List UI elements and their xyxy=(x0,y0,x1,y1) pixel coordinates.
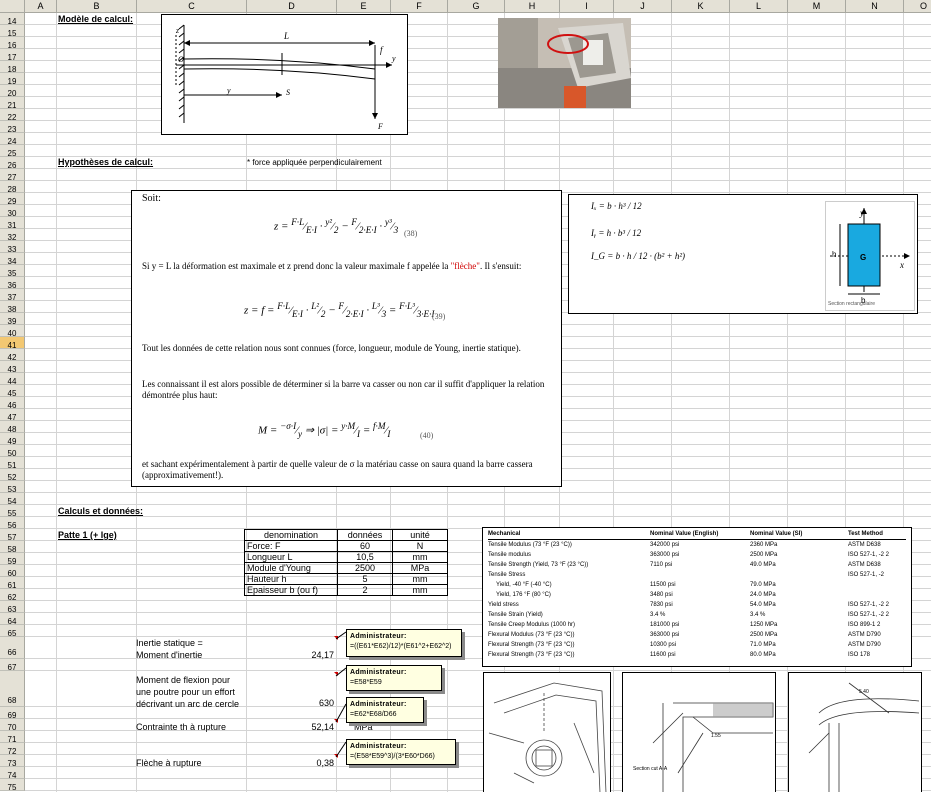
comment-box[interactable]: Administrateur: =E62*E68/D66 xyxy=(346,697,424,723)
spreadsheet[interactable]: ABCDEFGHIJKLMNO 14 15 16 17 18 19 20 21 22 23 24 25… xyxy=(0,0,931,792)
section-cut-label: Section cut A-A xyxy=(633,766,668,772)
dim-label: 5.40 xyxy=(859,689,869,695)
drawing-1-image xyxy=(488,682,607,792)
drawing-3-image: 5.40 xyxy=(808,682,920,792)
mech-row: Tensile Strength (Yield, 73 °F (23 °C)) 7… xyxy=(488,562,881,568)
drawing-1[interactable] xyxy=(483,672,611,792)
comment-text: =E58*E59 xyxy=(350,679,382,686)
dim-label: 1.55 xyxy=(711,733,721,739)
mech-row: Tensile Modulus (73 °F (23 °C)) 342000 ps… xyxy=(488,542,881,548)
comment-box[interactable]: Administrateur: =((E61*E62)/12)*(E61^2+E… xyxy=(346,629,462,657)
mech-header: Mechanical Nominal Value (English) Nomin… xyxy=(488,530,906,540)
drawing-2-image: Section cut A-A 1.55 xyxy=(633,702,774,792)
comment-author: Administrateur: xyxy=(350,633,407,640)
mech-row: Yield stress 7830 psi 54.0 MPa ISO 527-1, -… xyxy=(488,602,890,608)
mech-row: Tensile Creep Modulus (1000 hr) 181000 ps… xyxy=(488,622,881,628)
comment-text: =((E61*E62)/12)*(E61^2+E62^2) xyxy=(350,643,452,650)
drawing-3[interactable]: 5.40 xyxy=(788,672,922,792)
comment-box[interactable]: Administrateur: =(E58*E59^3)/(3*E60*D66) xyxy=(346,739,456,765)
mech-row: Flexural Strength (73 °F (23 °C)) 10300 p… xyxy=(488,642,881,648)
mech-row: Tensile Strain (Yield) 3.4 % 3.4 % ISO 527-… xyxy=(488,612,890,618)
comment-author: Administrateur: xyxy=(350,743,407,750)
comment-author: Administrateur: xyxy=(350,701,407,708)
mech-row: Flexural Modulus (73 °F (23 °C)) 363000 p… xyxy=(488,632,881,638)
mech-row: Yield, -40 °F (-40 °C) 11500 psi 79.0 MPa xyxy=(496,582,776,588)
comment-text: =E62*E68/D66 xyxy=(350,711,397,718)
comment-box[interactable]: Administrateur: =E58*E59 xyxy=(346,665,442,691)
comment-author: Administrateur: xyxy=(350,669,407,676)
mech-row: Flexural Strength (73 °F (23 °C)) 11600 p… xyxy=(488,652,871,658)
comment-text: =(E58*E59^3)/(3*E60*D66) xyxy=(350,753,435,760)
mech-row: Tensile modulus 363000 psi 2500 MPa ISO 527… xyxy=(488,552,890,558)
drawing-2[interactable]: Section cut A-A 1.55 xyxy=(622,672,776,792)
mechanical-properties-table[interactable]: Mechanical Nominal Value (English) Nomin… xyxy=(482,527,912,667)
mech-row: Tensile Stress ISO 527-1, -2 xyxy=(488,572,885,578)
mech-row: Yield, 176 °F (80 °C) 3480 psi 24.0 MPa xyxy=(496,592,776,598)
